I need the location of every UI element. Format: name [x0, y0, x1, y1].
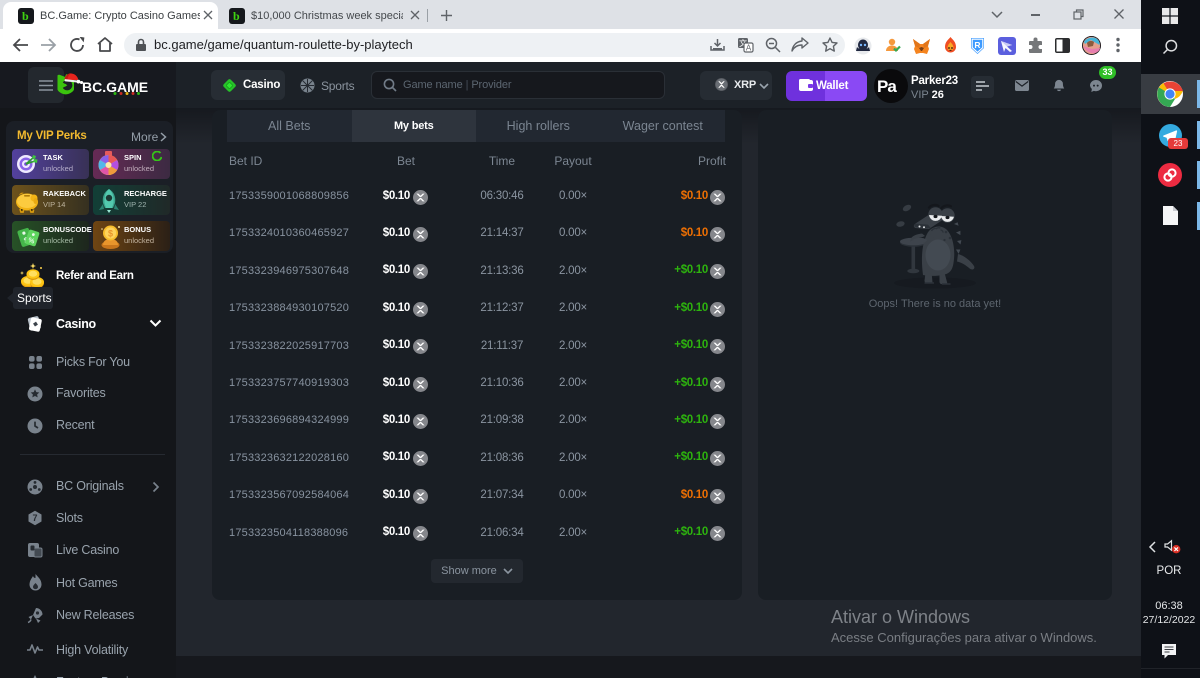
svg-text:A: A [746, 44, 752, 53]
svg-text:7: 7 [32, 513, 37, 523]
svg-text:R: R [974, 40, 980, 50]
svg-text:$: $ [108, 229, 113, 239]
